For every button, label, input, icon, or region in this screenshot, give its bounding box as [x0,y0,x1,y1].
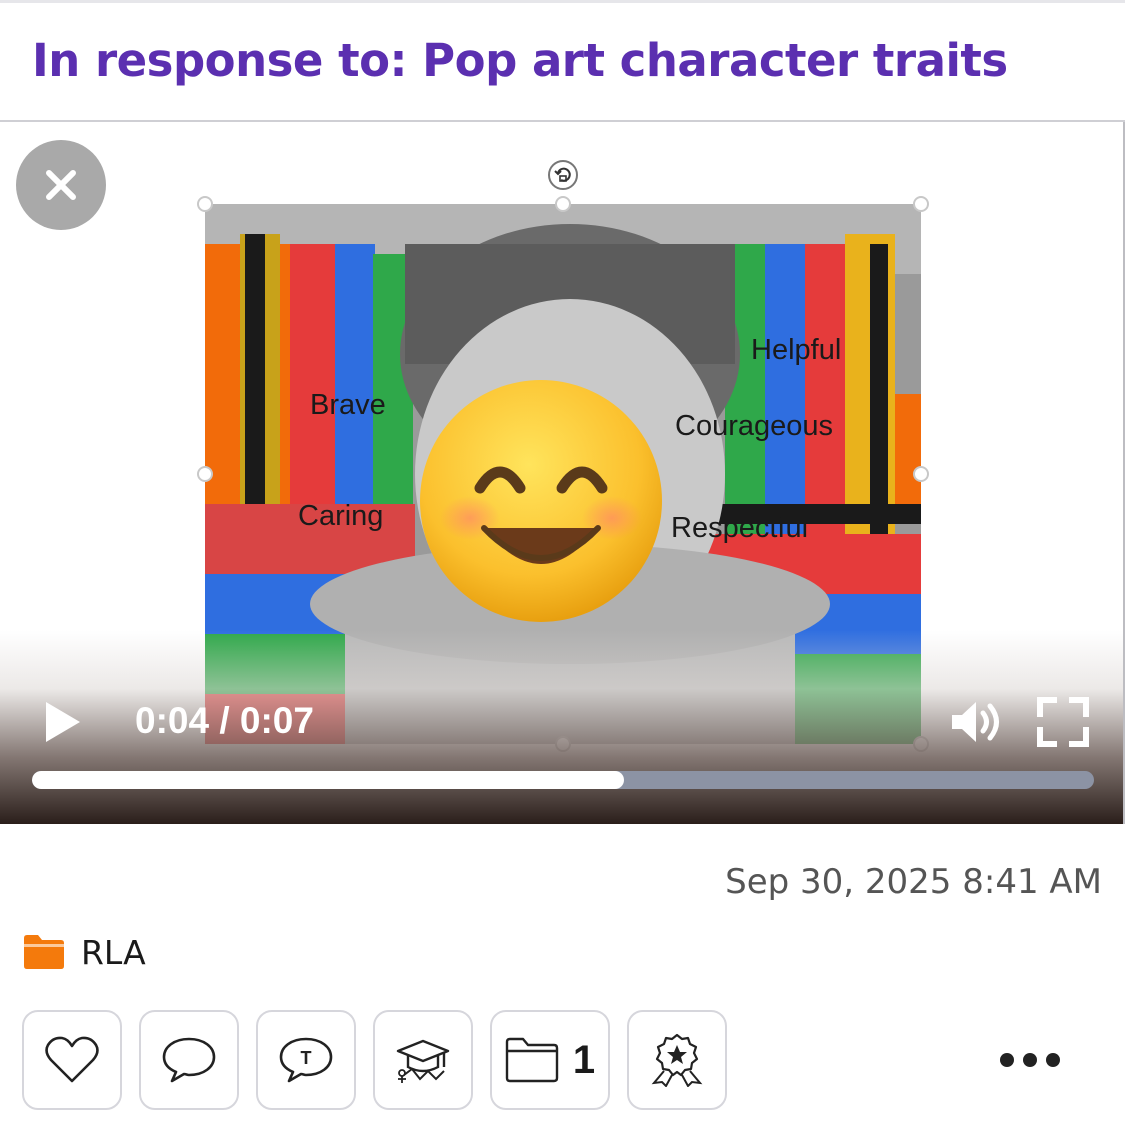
skills-button[interactable] [373,1010,473,1110]
video-player[interactable]: Brave Caring Helpful Courageous Respectf… [0,120,1125,824]
folder-icon [24,935,64,969]
page-title: In response to: Pop art character traits [32,34,1008,87]
comment-icon [162,1037,216,1083]
folder-label: RLA [81,932,146,972]
art-word-caring: Caring [298,500,384,532]
svg-text:T: T [301,1048,312,1068]
close-button[interactable] [16,140,106,230]
rotate-icon [554,167,571,182]
top-divider [0,0,1125,3]
award-badge-icon [651,1033,703,1087]
progress-bar[interactable] [32,771,1094,789]
resize-handle[interactable] [197,196,213,212]
volume-button[interactable] [950,698,1008,746]
more-icon-dot [1000,1053,1014,1067]
art-word-courageous: Courageous [675,410,833,442]
folder-icon [505,1037,559,1083]
resize-handle[interactable] [913,196,929,212]
art-word-brave: Brave [310,389,386,421]
more-icon-dot [1023,1053,1037,1067]
award-button[interactable] [627,1010,727,1110]
duration: 0:07 [239,700,314,741]
like-button[interactable] [22,1010,122,1110]
play-icon [46,702,80,742]
art-word-respectful: Respectful [671,512,809,544]
smiling-face-emoji [420,380,662,622]
teacher-comment-button[interactable]: T [256,1010,356,1110]
heart-icon [45,1036,99,1083]
resize-handle[interactable] [913,466,929,482]
fullscreen-button[interactable] [1036,696,1090,748]
teacher-comment-icon: T [279,1037,333,1083]
progress-fill [32,771,624,789]
action-bar: T 1 [22,1010,1112,1110]
more-icon-dot [1046,1053,1060,1067]
art-word-helpful: Helpful [751,334,842,366]
elapsed-time: 0:04 [135,700,210,741]
post-timestamp: Sep 30, 2025 8:41 AM [725,862,1102,902]
folder-tag[interactable]: RLA [24,932,146,972]
comment-button[interactable] [139,1010,239,1110]
playback-time: 0:04 / 0:07 [135,700,314,742]
graduation-cap-icon [396,1039,450,1083]
folders-button[interactable]: 1 [490,1010,610,1110]
rotate-handle[interactable] [548,160,578,190]
volume-icon [952,702,999,742]
resize-handle[interactable] [555,196,571,212]
close-icon [46,170,76,200]
resize-handle[interactable] [197,466,213,482]
play-button[interactable] [40,700,84,744]
fullscreen-icon [1037,697,1089,747]
time-separator: / [209,700,240,741]
more-options-button[interactable] [1000,1050,1060,1070]
folders-count: 1 [572,1037,596,1082]
